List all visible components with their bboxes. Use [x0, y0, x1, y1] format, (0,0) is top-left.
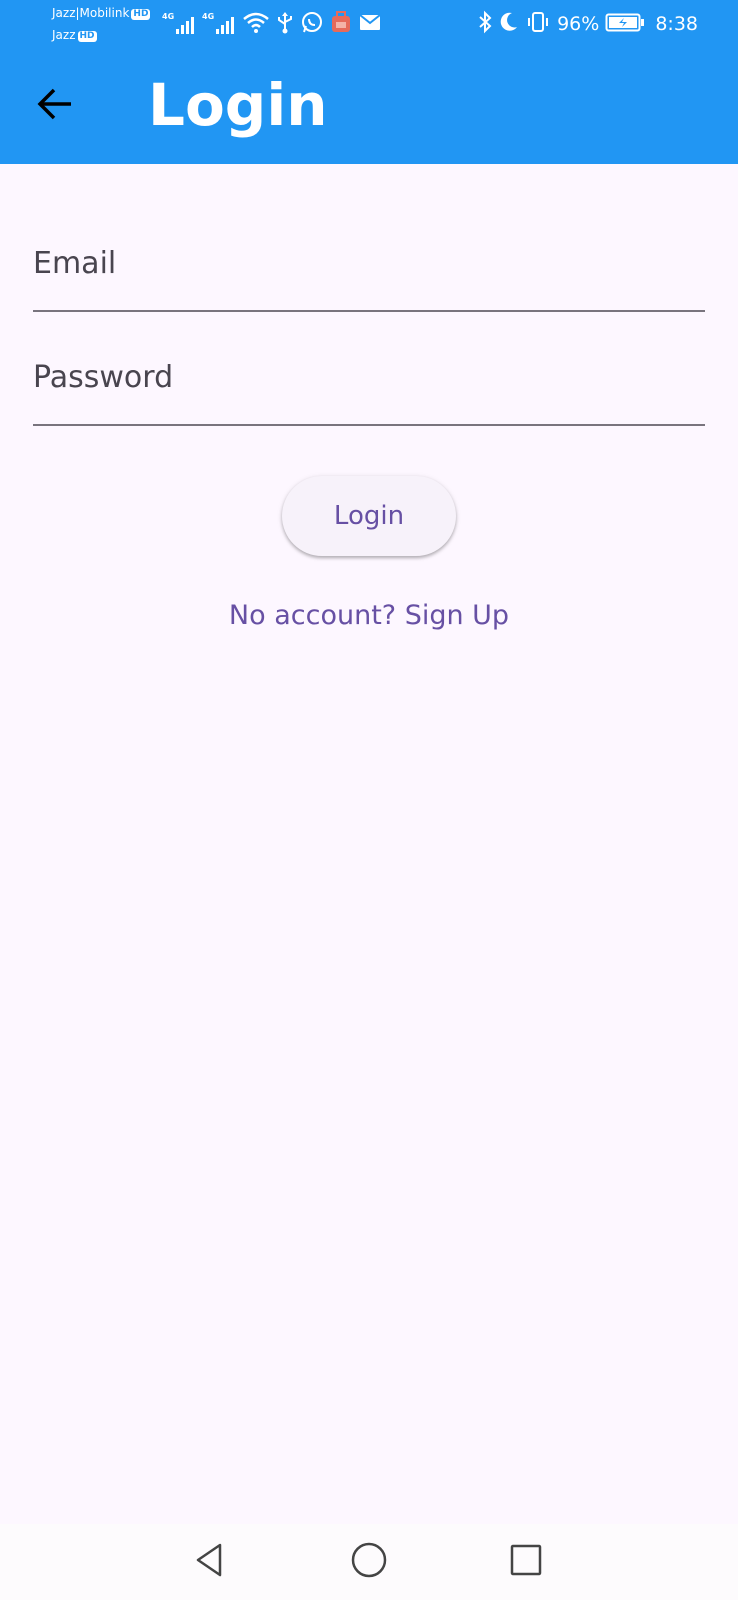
back-triangle-icon [190, 1540, 230, 1584]
page-title: Login [148, 71, 328, 139]
signup-link-label: No account? Sign Up [228, 600, 510, 631]
battery-percentage: 96% [557, 13, 600, 35]
back-button[interactable] [24, 77, 86, 135]
recents-square-icon [506, 1540, 546, 1584]
arrow-back-icon [35, 84, 75, 128]
email-underline [33, 310, 705, 312]
status-clock: 8:38 [655, 13, 698, 35]
carrier-secondary: Jazz HD [52, 28, 97, 42]
password-field[interactable] [33, 330, 705, 426]
hd-badge: HD [77, 31, 97, 42]
app-bar: Login [0, 52, 738, 164]
home-circle-icon [349, 1540, 389, 1584]
login-button-label: Login [333, 501, 405, 531]
wifi-icon [242, 10, 270, 38]
status-bar: Jazz|Mobilink HD Jazz HD 4G 4G 96% 8:38 [0, 0, 738, 52]
bluetooth-icon [477, 10, 493, 39]
password-underline [33, 424, 705, 426]
nav-recents-button[interactable] [498, 1534, 554, 1590]
whatsapp-icon [300, 10, 324, 38]
signal-icon: 4G [162, 12, 196, 36]
battery-charging-icon [605, 10, 645, 39]
password-input[interactable] [33, 330, 705, 424]
carrier-primary-label: Jazz|Mobilink [52, 6, 130, 20]
system-nav-bar [0, 1524, 738, 1600]
carrier-primary: Jazz|Mobilink HD [52, 6, 151, 20]
nav-back-button[interactable] [182, 1534, 238, 1590]
email-field[interactable] [33, 216, 705, 312]
vibrate-icon [525, 10, 551, 39]
hd-badge: HD [131, 9, 151, 20]
carrier-secondary-label: Jazz [52, 28, 76, 42]
login-button[interactable]: Login [282, 476, 456, 556]
signal-icon: 4G [202, 12, 236, 36]
status-left-icons: 4G 4G [162, 10, 382, 38]
nav-home-button[interactable] [341, 1534, 397, 1590]
email-input[interactable] [33, 216, 705, 310]
signup-link[interactable]: No account? Sign Up [0, 598, 738, 634]
usb-icon [276, 10, 294, 38]
notification-app-icon [330, 10, 352, 38]
do-not-disturb-icon [499, 10, 519, 39]
mail-icon [358, 10, 382, 38]
status-right: 96% 8:38 [477, 10, 698, 38]
